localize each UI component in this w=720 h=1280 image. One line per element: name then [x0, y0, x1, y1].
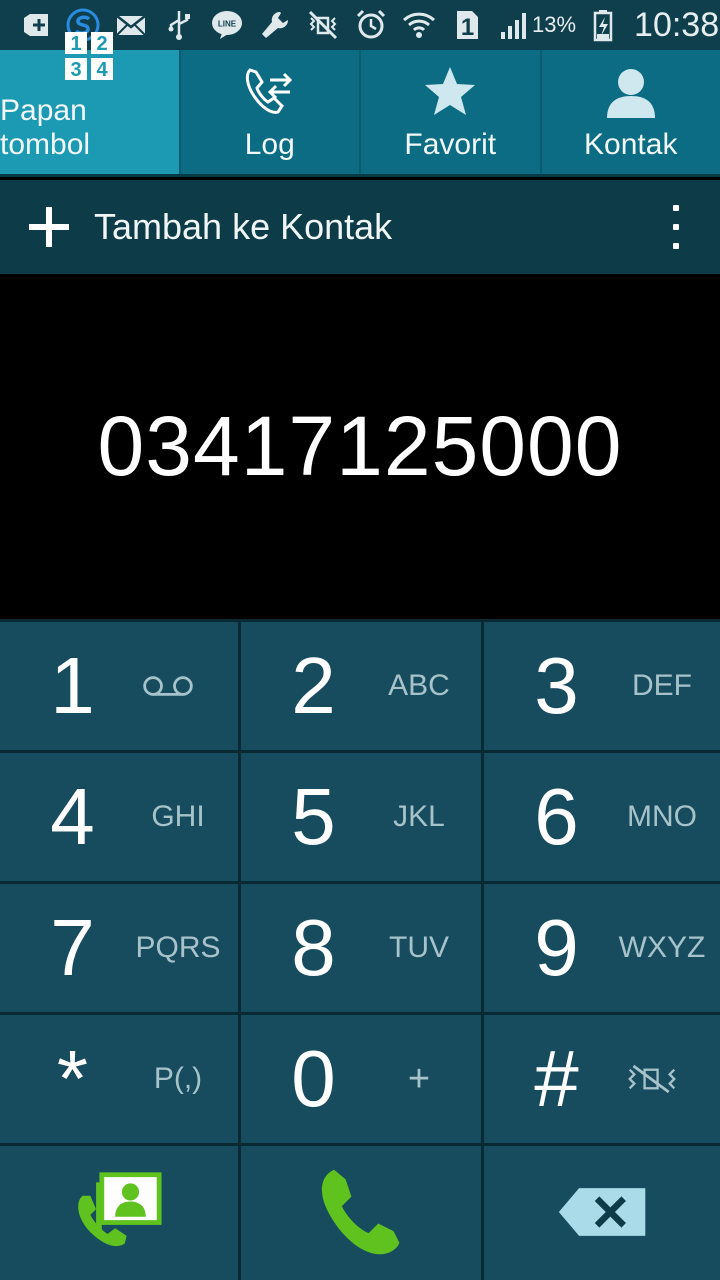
key-9[interactable]: 9 WXYZ	[484, 884, 720, 1012]
key-letters: DEF	[632, 669, 692, 702]
add-icon[interactable]	[24, 202, 74, 252]
key-digit: #	[534, 1034, 579, 1123]
battery-percent: 13%	[532, 12, 577, 37]
key-0[interactable]: 0 +	[241, 1015, 481, 1143]
tab-keypad[interactable]: 1 2 3 4 Papan tombol	[0, 32, 181, 174]
key-letters: GHI	[151, 800, 205, 833]
clock: 10:38	[634, 5, 720, 44]
key-4[interactable]: 4 GHI	[0, 753, 238, 881]
key-letters: WXYZ	[618, 931, 706, 964]
svg-text:LINE: LINE	[218, 20, 237, 29]
tab-favorites[interactable]: Favorit	[361, 50, 542, 174]
keypad-icon: 1 2 3 4	[59, 28, 119, 88]
number-display: 03417125000	[0, 274, 720, 619]
key-digit: 1	[50, 641, 95, 730]
contacts-call-icon	[71, 1169, 167, 1260]
svg-text:4: 4	[97, 59, 109, 81]
wrench-icon	[258, 8, 292, 42]
key-6[interactable]: 6 MNO	[484, 753, 720, 881]
line-icon: LINE	[210, 8, 244, 42]
wifi-icon	[402, 8, 436, 42]
key-5[interactable]: 5 JKL	[241, 753, 481, 881]
tab-label: Favorit	[404, 128, 497, 161]
voicemail-icon	[138, 666, 198, 706]
svg-text:3: 3	[71, 59, 82, 81]
key-1[interactable]: 1	[0, 622, 238, 750]
backspace-button[interactable]	[484, 1146, 720, 1280]
call-log-icon	[240, 62, 300, 122]
vibrate-mute-icon	[622, 1059, 682, 1099]
tab-label: Kontak	[584, 128, 678, 161]
phone-icon	[313, 1164, 409, 1265]
sim-icon: 1	[450, 8, 484, 42]
alarm-icon	[354, 8, 388, 42]
key-2[interactable]: 2 ABC	[241, 622, 481, 750]
backspace-icon	[557, 1184, 649, 1245]
key-7[interactable]: 7 PQRS	[0, 884, 238, 1012]
key-letters: MNO	[627, 800, 697, 833]
dialed-number[interactable]: 03417125000	[98, 398, 623, 495]
key-letters: ABC	[388, 669, 450, 702]
signal-icon	[498, 8, 532, 42]
svg-text:1: 1	[71, 33, 82, 55]
key-letters: PQRS	[135, 931, 221, 964]
mute-icon	[306, 8, 340, 42]
usb-icon	[162, 8, 196, 42]
contact-icon	[601, 62, 661, 122]
call-button[interactable]	[241, 1146, 481, 1280]
tab-label: Log	[244, 128, 295, 161]
keypad: 1 2 ABC 3 DEF 4 GHI 5 JKL 6 MNO 7 PQRS 8…	[0, 619, 720, 1280]
key-8[interactable]: 8 TUV	[241, 884, 481, 1012]
key-letters: P(,)	[153, 1062, 203, 1095]
action-bar: Tambah ke Kontak	[0, 180, 720, 274]
star-icon	[420, 62, 480, 122]
key-letters: +	[407, 1057, 431, 1100]
sim-number: 1	[461, 14, 474, 41]
key-letters: JKL	[393, 800, 445, 833]
tab-label: Papan tombol	[0, 94, 91, 161]
key-letters: TUV	[389, 931, 449, 964]
more-options-icon[interactable]	[656, 197, 696, 257]
key-3[interactable]: 3 DEF	[484, 622, 720, 750]
tab-bar: 1 2 3 4 Papan tombol Log Favorit Kontak	[0, 32, 720, 177]
key-hash[interactable]: #	[484, 1015, 720, 1143]
add-icon	[18, 8, 52, 42]
add-to-contacts-button[interactable]: Tambah ke Kontak	[94, 206, 656, 248]
tab-contacts[interactable]: Kontak	[542, 50, 720, 174]
svg-text:2: 2	[97, 33, 108, 55]
battery-charging-icon	[586, 8, 620, 42]
dialer-app: LINE 1 13% 10:38 1 2 3 4 Papan tombol Lo…	[0, 0, 720, 1280]
tab-log[interactable]: Log	[181, 50, 361, 174]
key-star[interactable]: * P(,)	[0, 1015, 238, 1143]
contacts-shortcut-button[interactable]	[0, 1146, 238, 1280]
